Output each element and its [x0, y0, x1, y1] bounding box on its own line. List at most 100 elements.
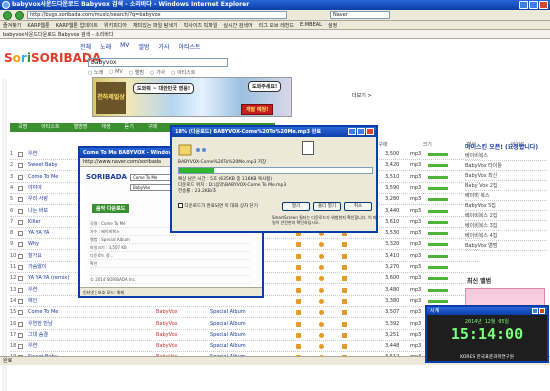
- forward-icon[interactable]: [15, 10, 24, 20]
- add-icon[interactable]: [319, 265, 324, 270]
- address-field[interactable]: http://bugs.soribada.com/music/search/?q…: [27, 11, 287, 19]
- listen-icon[interactable]: [296, 253, 301, 259]
- row-checkbox[interactable]: [18, 344, 23, 350]
- row-checkbox[interactable]: [18, 219, 23, 225]
- song-title-link[interactable]: Killer: [28, 217, 41, 228]
- clock-close-button[interactable]: [539, 308, 545, 314]
- artist-link[interactable]: BabyVox: [156, 319, 178, 330]
- row-checkbox[interactable]: [18, 276, 23, 282]
- right-pane-item[interactable]: 베이비복스: [465, 151, 547, 161]
- ad-banner[interactable]: 천하제일상 도와줘 ~ 대한민국 영웅! 도와주세요! 개발 예정!: [92, 77, 292, 117]
- site-search-input[interactable]: babyvox: [88, 58, 228, 67]
- artist-link[interactable]: BabyVox: [156, 307, 178, 318]
- links-item[interactable]: 설정: [328, 22, 337, 29]
- banner-start-button[interactable]: 개발 예정!: [241, 104, 274, 115]
- dialog-maximize-button[interactable]: [357, 128, 365, 135]
- maximize-button[interactable]: [529, 1, 538, 9]
- close-button[interactable]: [539, 1, 548, 9]
- buy-icon[interactable]: [342, 287, 347, 293]
- row-checkbox[interactable]: [18, 265, 23, 270]
- search-input[interactable]: Naver: [330, 11, 390, 19]
- links-item[interactable]: 재미있는 파일 탐색기: [133, 22, 178, 29]
- add-icon[interactable]: [319, 276, 324, 282]
- song-title-link[interactable]: 우연한 만남: [28, 319, 53, 330]
- song-title-link[interactable]: 우연: [28, 285, 37, 296]
- dialog-minimize-button[interactable]: [348, 128, 356, 135]
- song-title-link[interactable]: 우연: [28, 341, 37, 352]
- buy-icon[interactable]: [342, 298, 347, 304]
- dialog-button[interactable]: 열기: [282, 202, 310, 211]
- topnav-item[interactable]: 전체: [80, 42, 91, 51]
- add-icon[interactable]: [319, 287, 324, 293]
- links-item[interactable]: 리그 오브 레전드: [259, 22, 294, 29]
- row-checkbox[interactable]: [18, 174, 23, 180]
- row-checkbox[interactable]: [18, 310, 23, 316]
- menu-item[interactable]: 아티스트: [41, 123, 59, 132]
- buy-icon[interactable]: [342, 242, 347, 248]
- menu-item[interactable]: 재생: [101, 123, 110, 132]
- add-icon[interactable]: [319, 242, 324, 248]
- album-link[interactable]: Special Album: [210, 307, 246, 318]
- row-checkbox[interactable]: [18, 242, 23, 248]
- artist-link[interactable]: BabyVox: [156, 330, 178, 341]
- topnav-item[interactable]: 노래: [100, 42, 111, 51]
- site-logo[interactable]: SoriSORIBADA: [4, 51, 101, 69]
- row-checkbox[interactable]: [18, 163, 23, 169]
- clock-minimize-button[interactable]: [532, 308, 538, 314]
- song-title-link[interactable]: YA YA YA (remix): [28, 273, 69, 284]
- row-checkbox[interactable]: [18, 253, 23, 259]
- menu-item[interactable]: 곡명: [18, 123, 27, 132]
- links-item[interactable]: KARP웹툰: [27, 22, 49, 29]
- links-item[interactable]: 즐겨찾기: [3, 22, 21, 29]
- artist-link[interactable]: BabyVox: [156, 341, 178, 352]
- menu-item[interactable]: 듣기: [125, 123, 134, 132]
- row-checkbox[interactable]: [18, 208, 23, 214]
- row-checkbox[interactable]: [18, 152, 23, 157]
- row-checkbox[interactable]: [18, 287, 23, 293]
- song-title-link[interactable]: 야야야: [28, 183, 42, 194]
- add-icon[interactable]: [319, 253, 324, 259]
- search-tab[interactable]: ○ 노래: [88, 69, 103, 76]
- buy-icon[interactable]: [342, 253, 347, 259]
- right-pane-item[interactable]: BabyVox 앨범: [465, 241, 547, 251]
- dialog-button[interactable]: 폴더 열기: [313, 202, 341, 211]
- links-item[interactable]: E:MBEAL: [300, 22, 322, 28]
- add-icon[interactable]: [319, 344, 324, 350]
- listen-icon[interactable]: [296, 344, 301, 350]
- right-pane-item[interactable]: 베이비복스 3집: [465, 221, 547, 231]
- checkbox-box[interactable]: [178, 203, 183, 208]
- listen-icon[interactable]: [296, 276, 301, 282]
- search-tab[interactable]: ○ 가사: [150, 69, 165, 76]
- dialog-button[interactable]: 취소: [344, 202, 372, 211]
- minimize-button[interactable]: [519, 1, 528, 9]
- more-link[interactable]: 더보기 >: [352, 92, 372, 99]
- search-tab[interactable]: ○ 앨범: [129, 69, 144, 76]
- song-title-link[interactable]: 잘가요: [28, 251, 42, 262]
- add-icon[interactable]: [319, 298, 324, 304]
- tab-active[interactable]: babyvox사운드다운로드 Babyvox 검색 - 소리바다: [3, 31, 114, 38]
- listen-icon[interactable]: [296, 287, 301, 293]
- topnav-item[interactable]: 아티스트: [178, 42, 200, 51]
- row-checkbox[interactable]: [18, 231, 23, 237]
- listen-icon[interactable]: [296, 332, 301, 338]
- dialog-close-button[interactable]: [366, 128, 374, 135]
- row-checkbox[interactable]: [18, 197, 23, 203]
- listen-icon[interactable]: [296, 265, 301, 270]
- buy-icon[interactable]: [342, 321, 347, 327]
- song-title-link[interactable]: 애인: [28, 296, 37, 307]
- right-pane-item[interactable]: Baby Vox 2집: [465, 181, 547, 191]
- listen-icon[interactable]: [296, 321, 301, 327]
- links-item[interactable]: 빅사이즈 빅파일: [184, 22, 218, 29]
- listen-icon[interactable]: [296, 242, 301, 248]
- search-tab[interactable]: ○ MV: [109, 69, 123, 76]
- song-title-link[interactable]: Why: [28, 239, 39, 250]
- song-title-link[interactable]: Come To Me: [28, 307, 58, 318]
- search-tab[interactable]: ○ 아티스트: [171, 69, 195, 76]
- row-checkbox[interactable]: [18, 298, 23, 304]
- close-on-complete-checkbox[interactable]: 다운로드가 완료되면 이 대화 상자 닫기: [178, 203, 258, 209]
- song-title-link[interactable]: Come To Me: [28, 172, 58, 183]
- buy-icon[interactable]: [342, 276, 347, 282]
- links-item[interactable]: KARP웹툰 업데이트: [56, 22, 98, 29]
- add-icon[interactable]: [319, 310, 324, 316]
- topnav-item[interactable]: MV: [120, 42, 129, 51]
